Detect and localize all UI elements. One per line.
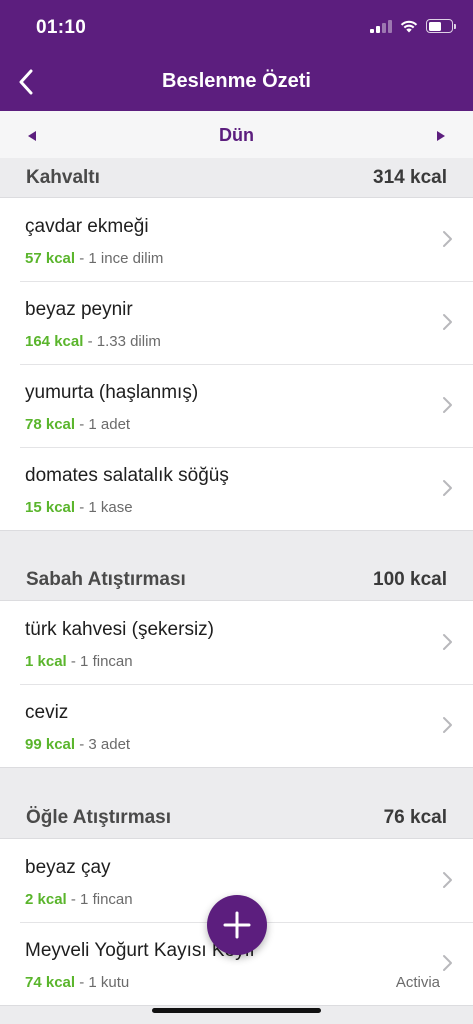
food-portion: - 1 fincan bbox=[70, 891, 133, 908]
food-row[interactable]: çavdar ekmeği 57 kcal - 1 ince dilim bbox=[0, 198, 473, 281]
food-row[interactable]: domates salatalık söğüş 15 kcal - 1 kase bbox=[0, 447, 473, 530]
section-header-morning-snack: Sabah Atıştırması 100 kcal bbox=[0, 560, 473, 600]
food-row[interactable]: yumurta (haşlanmış) 78 kcal - 1 adet bbox=[0, 364, 473, 447]
chevron-right-icon bbox=[443, 955, 452, 971]
food-calories: 15 kcal bbox=[25, 499, 76, 516]
food-portion: - 1 fincan bbox=[70, 653, 133, 670]
triangle-right-icon bbox=[437, 131, 445, 141]
app-header: 01:10 Beslenme Özeti bbox=[0, 0, 473, 111]
next-day-button[interactable] bbox=[431, 126, 451, 146]
food-detail: 164 kcal - 1.33 dilim bbox=[25, 333, 161, 350]
food-row[interactable]: beyaz peynir 164 kcal - 1.33 dilim bbox=[0, 281, 473, 364]
food-detail: 57 kcal - 1 ince dilim bbox=[25, 250, 163, 267]
home-indicator bbox=[152, 1008, 321, 1013]
section-header-breakfast: Kahvaltı 314 kcal bbox=[0, 158, 473, 198]
food-portion: - 1 kutu bbox=[79, 974, 130, 991]
section-title: Öğle Atıştırması bbox=[26, 807, 172, 828]
food-row[interactable]: ceviz 99 kcal - 3 adet bbox=[0, 684, 473, 767]
food-name: ceviz bbox=[25, 702, 69, 723]
section-calories: 100 kcal bbox=[373, 569, 447, 590]
food-name: türk kahvesi (şekersiz) bbox=[25, 619, 214, 640]
section-calories: 76 kcal bbox=[383, 807, 447, 828]
food-list-morning-snack: türk kahvesi (şekersiz) 1 kcal - 1 finca… bbox=[0, 600, 473, 768]
wifi-icon bbox=[400, 20, 418, 33]
chevron-right-icon bbox=[443, 480, 452, 496]
add-food-button[interactable] bbox=[207, 895, 267, 955]
food-name: beyaz peynir bbox=[25, 299, 133, 320]
food-name: yumurta (haşlanmış) bbox=[25, 382, 199, 403]
food-detail: 74 kcal - 1 kutu bbox=[25, 974, 129, 991]
plus-icon bbox=[223, 911, 251, 939]
food-name: çavdar ekmeği bbox=[25, 216, 149, 237]
food-detail: 2 kcal - 1 fincan bbox=[25, 891, 133, 908]
chevron-right-icon bbox=[443, 397, 452, 413]
chevron-right-icon bbox=[443, 872, 452, 888]
food-detail: 1 kcal - 1 fincan bbox=[25, 653, 133, 670]
food-calories: 1 kcal bbox=[25, 653, 67, 670]
status-icons bbox=[370, 19, 456, 33]
section-title: Kahvaltı bbox=[26, 167, 100, 188]
food-list-breakfast: çavdar ekmeği 57 kcal - 1 ince dilim bey… bbox=[0, 197, 473, 531]
food-row[interactable]: türk kahvesi (şekersiz) 1 kcal - 1 finca… bbox=[0, 601, 473, 684]
food-calories: 164 kcal bbox=[25, 333, 84, 350]
section-header-noon-snack: Öğle Atıştırması 76 kcal bbox=[0, 798, 473, 838]
page-title: Beslenme Özeti bbox=[162, 70, 311, 92]
food-portion: - 1.33 dilim bbox=[87, 333, 161, 350]
food-portion: - 1 ince dilim bbox=[79, 250, 164, 267]
food-detail: 15 kcal - 1 kase bbox=[25, 499, 133, 516]
food-name: beyaz çay bbox=[25, 857, 111, 878]
chevron-right-icon bbox=[443, 231, 452, 247]
status-time: 01:10 bbox=[36, 17, 87, 38]
food-portion: - 3 adet bbox=[79, 736, 131, 753]
cellular-signal-icon bbox=[370, 19, 392, 33]
chevron-right-icon bbox=[443, 634, 452, 650]
chevron-right-icon bbox=[443, 314, 452, 330]
food-portion: - 1 kase bbox=[79, 499, 133, 516]
food-brand: Activia bbox=[395, 974, 440, 991]
chevron-right-icon bbox=[443, 717, 452, 733]
food-name: domates salatalık söğüş bbox=[25, 465, 229, 486]
food-calories: 57 kcal bbox=[25, 250, 76, 267]
food-calories: 99 kcal bbox=[25, 736, 76, 753]
food-calories: 74 kcal bbox=[25, 974, 76, 991]
food-calories: 78 kcal bbox=[25, 416, 76, 433]
food-detail: 78 kcal - 1 adet bbox=[25, 416, 130, 433]
date-navigation: Dün bbox=[0, 111, 473, 159]
food-portion: - 1 adet bbox=[79, 416, 131, 433]
food-detail: 99 kcal - 3 adet bbox=[25, 736, 130, 753]
date-label: Dün bbox=[219, 125, 254, 145]
section-calories: 314 kcal bbox=[373, 167, 447, 188]
battery-icon bbox=[426, 19, 456, 33]
food-calories: 2 kcal bbox=[25, 891, 67, 908]
section-title: Sabah Atıştırması bbox=[26, 569, 186, 590]
